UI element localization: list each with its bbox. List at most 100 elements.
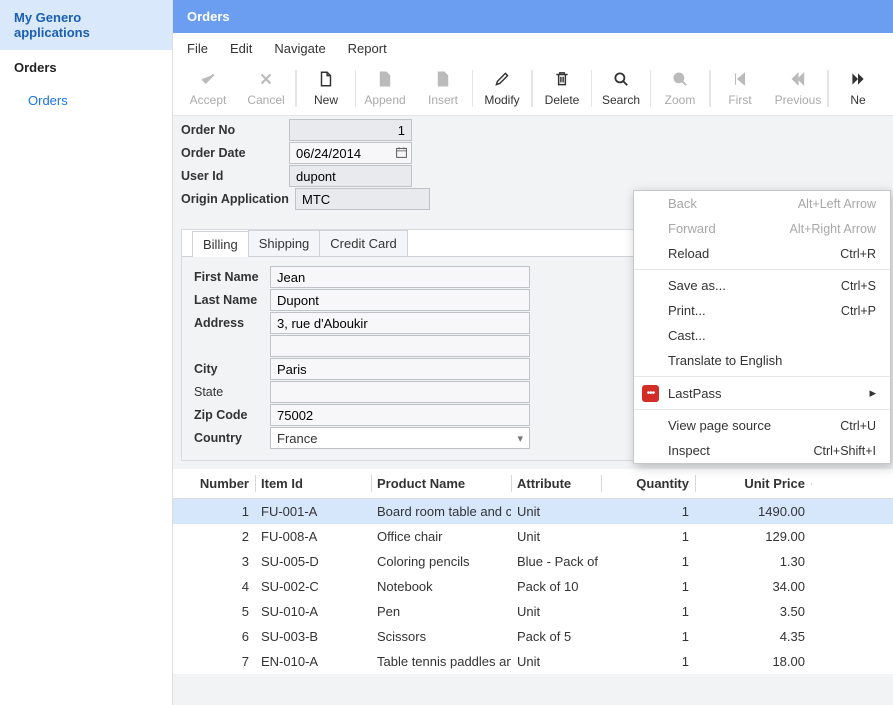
cell-item-id: FU-008-A: [255, 524, 371, 549]
origin-app-field[interactable]: [295, 188, 430, 210]
col-number[interactable]: Number: [173, 469, 255, 498]
country-select[interactable]: France: [270, 427, 530, 449]
cell-quantity: 1: [601, 649, 695, 674]
cell-attribute: Unit: [511, 524, 601, 549]
toolbar-ne-button[interactable]: Ne: [829, 68, 887, 109]
cell-price: 3.50: [695, 599, 811, 624]
ctx-translate-to-english[interactable]: Translate to English: [634, 348, 890, 373]
toolbar-cancel-button: Cancel: [237, 68, 295, 109]
toolbar-accept-button: Accept: [179, 68, 237, 109]
col-unit-price[interactable]: Unit Price: [695, 469, 811, 498]
col-attribute[interactable]: Attribute: [511, 469, 601, 498]
cell-price: 4.35: [695, 624, 811, 649]
ctx-shortcut: Alt+Left Arrow: [798, 197, 876, 211]
toolbar-new-button[interactable]: New: [297, 68, 355, 109]
cell-quantity: 1: [601, 599, 695, 624]
menu-edit[interactable]: Edit: [230, 41, 252, 56]
table-row[interactable]: 7EN-010-ATable tennis paddles andUnit118…: [173, 649, 893, 674]
col-item-id[interactable]: Item Id: [255, 469, 371, 498]
menu-navigate[interactable]: Navigate: [274, 41, 325, 56]
tab-shipping[interactable]: Shipping: [248, 230, 321, 256]
first-name-field[interactable]: [270, 266, 530, 288]
menu-file[interactable]: File: [187, 41, 208, 56]
cell-product: Notebook: [371, 574, 511, 599]
zip-field[interactable]: [270, 404, 530, 426]
address1-field[interactable]: [270, 312, 530, 334]
ctx-shortcut: Alt+Right Arrow: [790, 222, 877, 236]
order-date-field[interactable]: [289, 142, 412, 164]
cell-number: 5: [173, 599, 255, 624]
toolbar-previous-button: Previous: [769, 68, 827, 109]
calendar-icon[interactable]: [395, 146, 408, 162]
ctx-print[interactable]: Print...Ctrl+P: [634, 298, 890, 323]
tab-billing[interactable]: Billing: [192, 231, 249, 257]
cell-attribute: Unit: [511, 599, 601, 624]
toolbar-label: Ne: [850, 93, 865, 107]
ctx-view-page-source[interactable]: View page sourceCtrl+U: [634, 413, 890, 438]
last-name-field[interactable]: [270, 289, 530, 311]
cell-item-id: SU-010-A: [255, 599, 371, 624]
cell-product: Office chair: [371, 524, 511, 549]
x-icon: [257, 70, 275, 93]
order-no-field[interactable]: [289, 119, 412, 141]
address-label: Address: [190, 316, 270, 330]
user-id-field[interactable]: [289, 165, 412, 187]
ctx-shortcut: Ctrl+R: [840, 247, 876, 261]
toolbar-label: New: [314, 93, 338, 107]
table-row[interactable]: 3SU-005-DColoring pencilsBlue - Pack of …: [173, 549, 893, 574]
cell-product: Scissors: [371, 624, 511, 649]
toolbar-label: Accept: [190, 93, 227, 107]
search-icon: [671, 70, 689, 93]
order-no-label: Order No: [177, 123, 289, 137]
ctx-label: Inspect: [668, 443, 710, 458]
zip-label: Zip Code: [190, 408, 270, 422]
cell-attribute: Unit: [511, 499, 601, 524]
table-row[interactable]: 6SU-003-BScissorsPack of 514.35: [173, 624, 893, 649]
table-row[interactable]: 5SU-010-APenUnit13.50: [173, 599, 893, 624]
col-product-name[interactable]: Product Name: [371, 469, 511, 498]
table-row[interactable]: 2FU-008-AOffice chairUnit1129.00: [173, 524, 893, 549]
cell-product: Table tennis paddles and: [371, 649, 511, 674]
toolbar-search-button[interactable]: Search: [592, 68, 650, 109]
cell-price: 18.00: [695, 649, 811, 674]
cell-attribute: Unit: [511, 649, 601, 674]
table-row[interactable]: 1FU-001-ABoard room table and chUnit1149…: [173, 499, 893, 524]
toolbar-modify-button[interactable]: Modify: [473, 68, 531, 109]
cell-item-id: SU-005-D: [255, 549, 371, 574]
ctx-label: Reload: [668, 246, 709, 261]
cell-quantity: 1: [601, 499, 695, 524]
cell-item-id: EN-010-A: [255, 649, 371, 674]
cell-attribute: Pack of 10: [511, 574, 601, 599]
toolbar-label: Append: [364, 93, 405, 107]
table-row[interactable]: 4SU-002-CNotebookPack of 10134.00: [173, 574, 893, 599]
cell-price: 1.30: [695, 549, 811, 574]
user-id-label: User Id: [177, 169, 289, 183]
grid-header: Number Item Id Product Name Attribute Qu…: [173, 469, 893, 499]
ctx-inspect[interactable]: InspectCtrl+Shift+I: [634, 438, 890, 463]
ctx-save-as[interactable]: Save as...Ctrl+S: [634, 273, 890, 298]
pencil-icon: [493, 70, 511, 93]
search-icon: [612, 70, 630, 93]
cell-item-id: FU-001-A: [255, 499, 371, 524]
context-menu: BackAlt+Left ArrowForwardAlt+Right Arrow…: [633, 190, 891, 464]
cell-number: 3: [173, 549, 255, 574]
ctx-cast[interactable]: Cast...: [634, 323, 890, 348]
first-name-label: First Name: [190, 270, 270, 284]
cell-item-id: SU-003-B: [255, 624, 371, 649]
state-field[interactable]: [270, 381, 530, 403]
ctx-label: Print...: [668, 303, 706, 318]
city-field[interactable]: [270, 358, 530, 380]
main: Orders File Edit Navigate Report AcceptC…: [173, 0, 893, 705]
cell-quantity: 1: [601, 524, 695, 549]
ctx-lastpass[interactable]: •••LastPass▸: [634, 380, 890, 406]
sidebar: My Genero applications Orders Orders: [0, 0, 173, 705]
city-label: City: [190, 362, 270, 376]
address2-field[interactable]: [270, 335, 530, 357]
col-quantity[interactable]: Quantity: [601, 469, 695, 498]
tab-credit-card[interactable]: Credit Card: [319, 230, 407, 256]
menu-report[interactable]: Report: [348, 41, 387, 56]
toolbar-delete-button[interactable]: Delete: [533, 68, 591, 109]
sidebar-item-orders[interactable]: Orders: [0, 85, 172, 116]
ctx-reload[interactable]: Reload Ctrl+R: [634, 241, 890, 266]
origin-app-label: Origin Application: [177, 192, 295, 206]
